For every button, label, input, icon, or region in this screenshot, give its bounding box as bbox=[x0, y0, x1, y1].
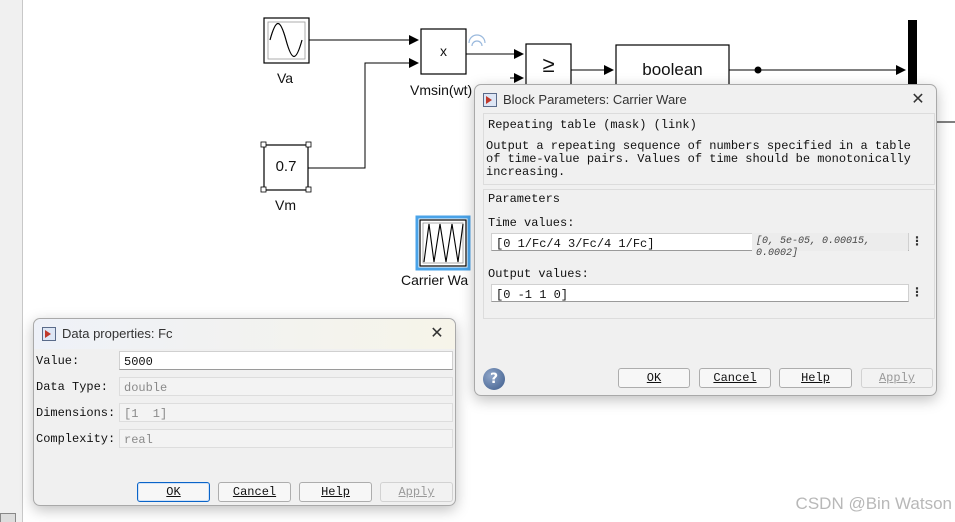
ok-button[interactable]: OK bbox=[618, 368, 690, 388]
ok-button[interactable]: OK bbox=[137, 482, 210, 502]
signal-line[interactable] bbox=[308, 58, 419, 169]
close-icon[interactable]: ✕ bbox=[908, 89, 928, 109]
time-values-evaluated-hint: [0, 5e-05, 0.00015, 0.0002] bbox=[752, 233, 908, 259]
more-options-icon[interactable]: ⋮ bbox=[911, 233, 923, 251]
conversion-block-text: boolean bbox=[642, 60, 703, 79]
close-icon[interactable]: ✕ bbox=[427, 323, 447, 343]
value-label: Value: bbox=[36, 354, 80, 368]
output-values-input[interactable]: [0 -1 1 0] bbox=[491, 284, 909, 302]
cancel-button[interactable]: Cancel bbox=[218, 482, 291, 502]
sine-wave-block[interactable] bbox=[263, 17, 310, 64]
help-icon[interactable]: ? bbox=[483, 368, 505, 390]
block-description: Output a repeating sequence of numbers s… bbox=[486, 139, 911, 179]
output-values-label: Output values: bbox=[488, 267, 589, 281]
sine-block-label: Va bbox=[277, 70, 294, 86]
branch-point bbox=[754, 66, 762, 74]
mask-header: Repeating table (mask) (link) bbox=[488, 118, 697, 132]
data-type-field: double bbox=[119, 377, 453, 396]
simulink-icon bbox=[483, 93, 497, 107]
constant-value: 0.7 bbox=[275, 158, 297, 175]
time-values-label: Time values: bbox=[488, 216, 575, 230]
parameters-header: Parameters bbox=[488, 192, 561, 206]
product-block-label: Vmsin(wt) bbox=[410, 82, 473, 98]
description-group: Repeating table (mask) (link) Output a r… bbox=[483, 113, 935, 185]
dimensions-field: [1 1] bbox=[119, 403, 453, 422]
signal-indicator-icon bbox=[468, 34, 486, 47]
product-symbol: x bbox=[440, 43, 447, 59]
help-button[interactable]: Help bbox=[779, 368, 852, 388]
value-input[interactable]: 5000 bbox=[119, 351, 453, 370]
apply-button[interactable]: Apply bbox=[380, 482, 453, 502]
parameters-group: Parameters Time values: [0 1/Fc/4 3/Fc/4… bbox=[483, 189, 935, 319]
repeating-table-block[interactable] bbox=[415, 215, 471, 271]
cancel-button[interactable]: Cancel bbox=[699, 368, 771, 388]
simulink-icon bbox=[42, 327, 56, 341]
dialog-titlebar[interactable]: Data properties: Fc ✕ bbox=[34, 319, 455, 349]
block-parameters-dialog: Block Parameters: Carrier Ware ✕ Repeati… bbox=[474, 84, 937, 396]
constant-block-label: Vm bbox=[275, 197, 296, 213]
apply-button[interactable]: Apply bbox=[861, 368, 933, 388]
watermark: CSDN @Bin Watson bbox=[795, 494, 952, 513]
complexity-field: real bbox=[119, 429, 453, 448]
dialog-titlebar[interactable]: Block Parameters: Carrier Ware ✕ bbox=[475, 85, 936, 115]
complexity-label: Complexity: bbox=[36, 432, 116, 446]
dialog-title: Block Parameters: Carrier Ware bbox=[503, 92, 687, 107]
repeating-table-label: Carrier Wa bbox=[401, 272, 469, 288]
data-type-label: Data Type: bbox=[36, 380, 109, 394]
help-button[interactable]: Help bbox=[299, 482, 372, 502]
more-options-icon[interactable]: ⋮ bbox=[911, 284, 923, 302]
dialog-title: Data properties: Fc bbox=[62, 326, 173, 341]
dimensions-label: Dimensions: bbox=[36, 406, 116, 420]
relational-symbol: ≥ bbox=[542, 52, 555, 77]
data-properties-dialog: Data properties: Fc ✕ Value: 5000 Data T… bbox=[33, 318, 456, 506]
